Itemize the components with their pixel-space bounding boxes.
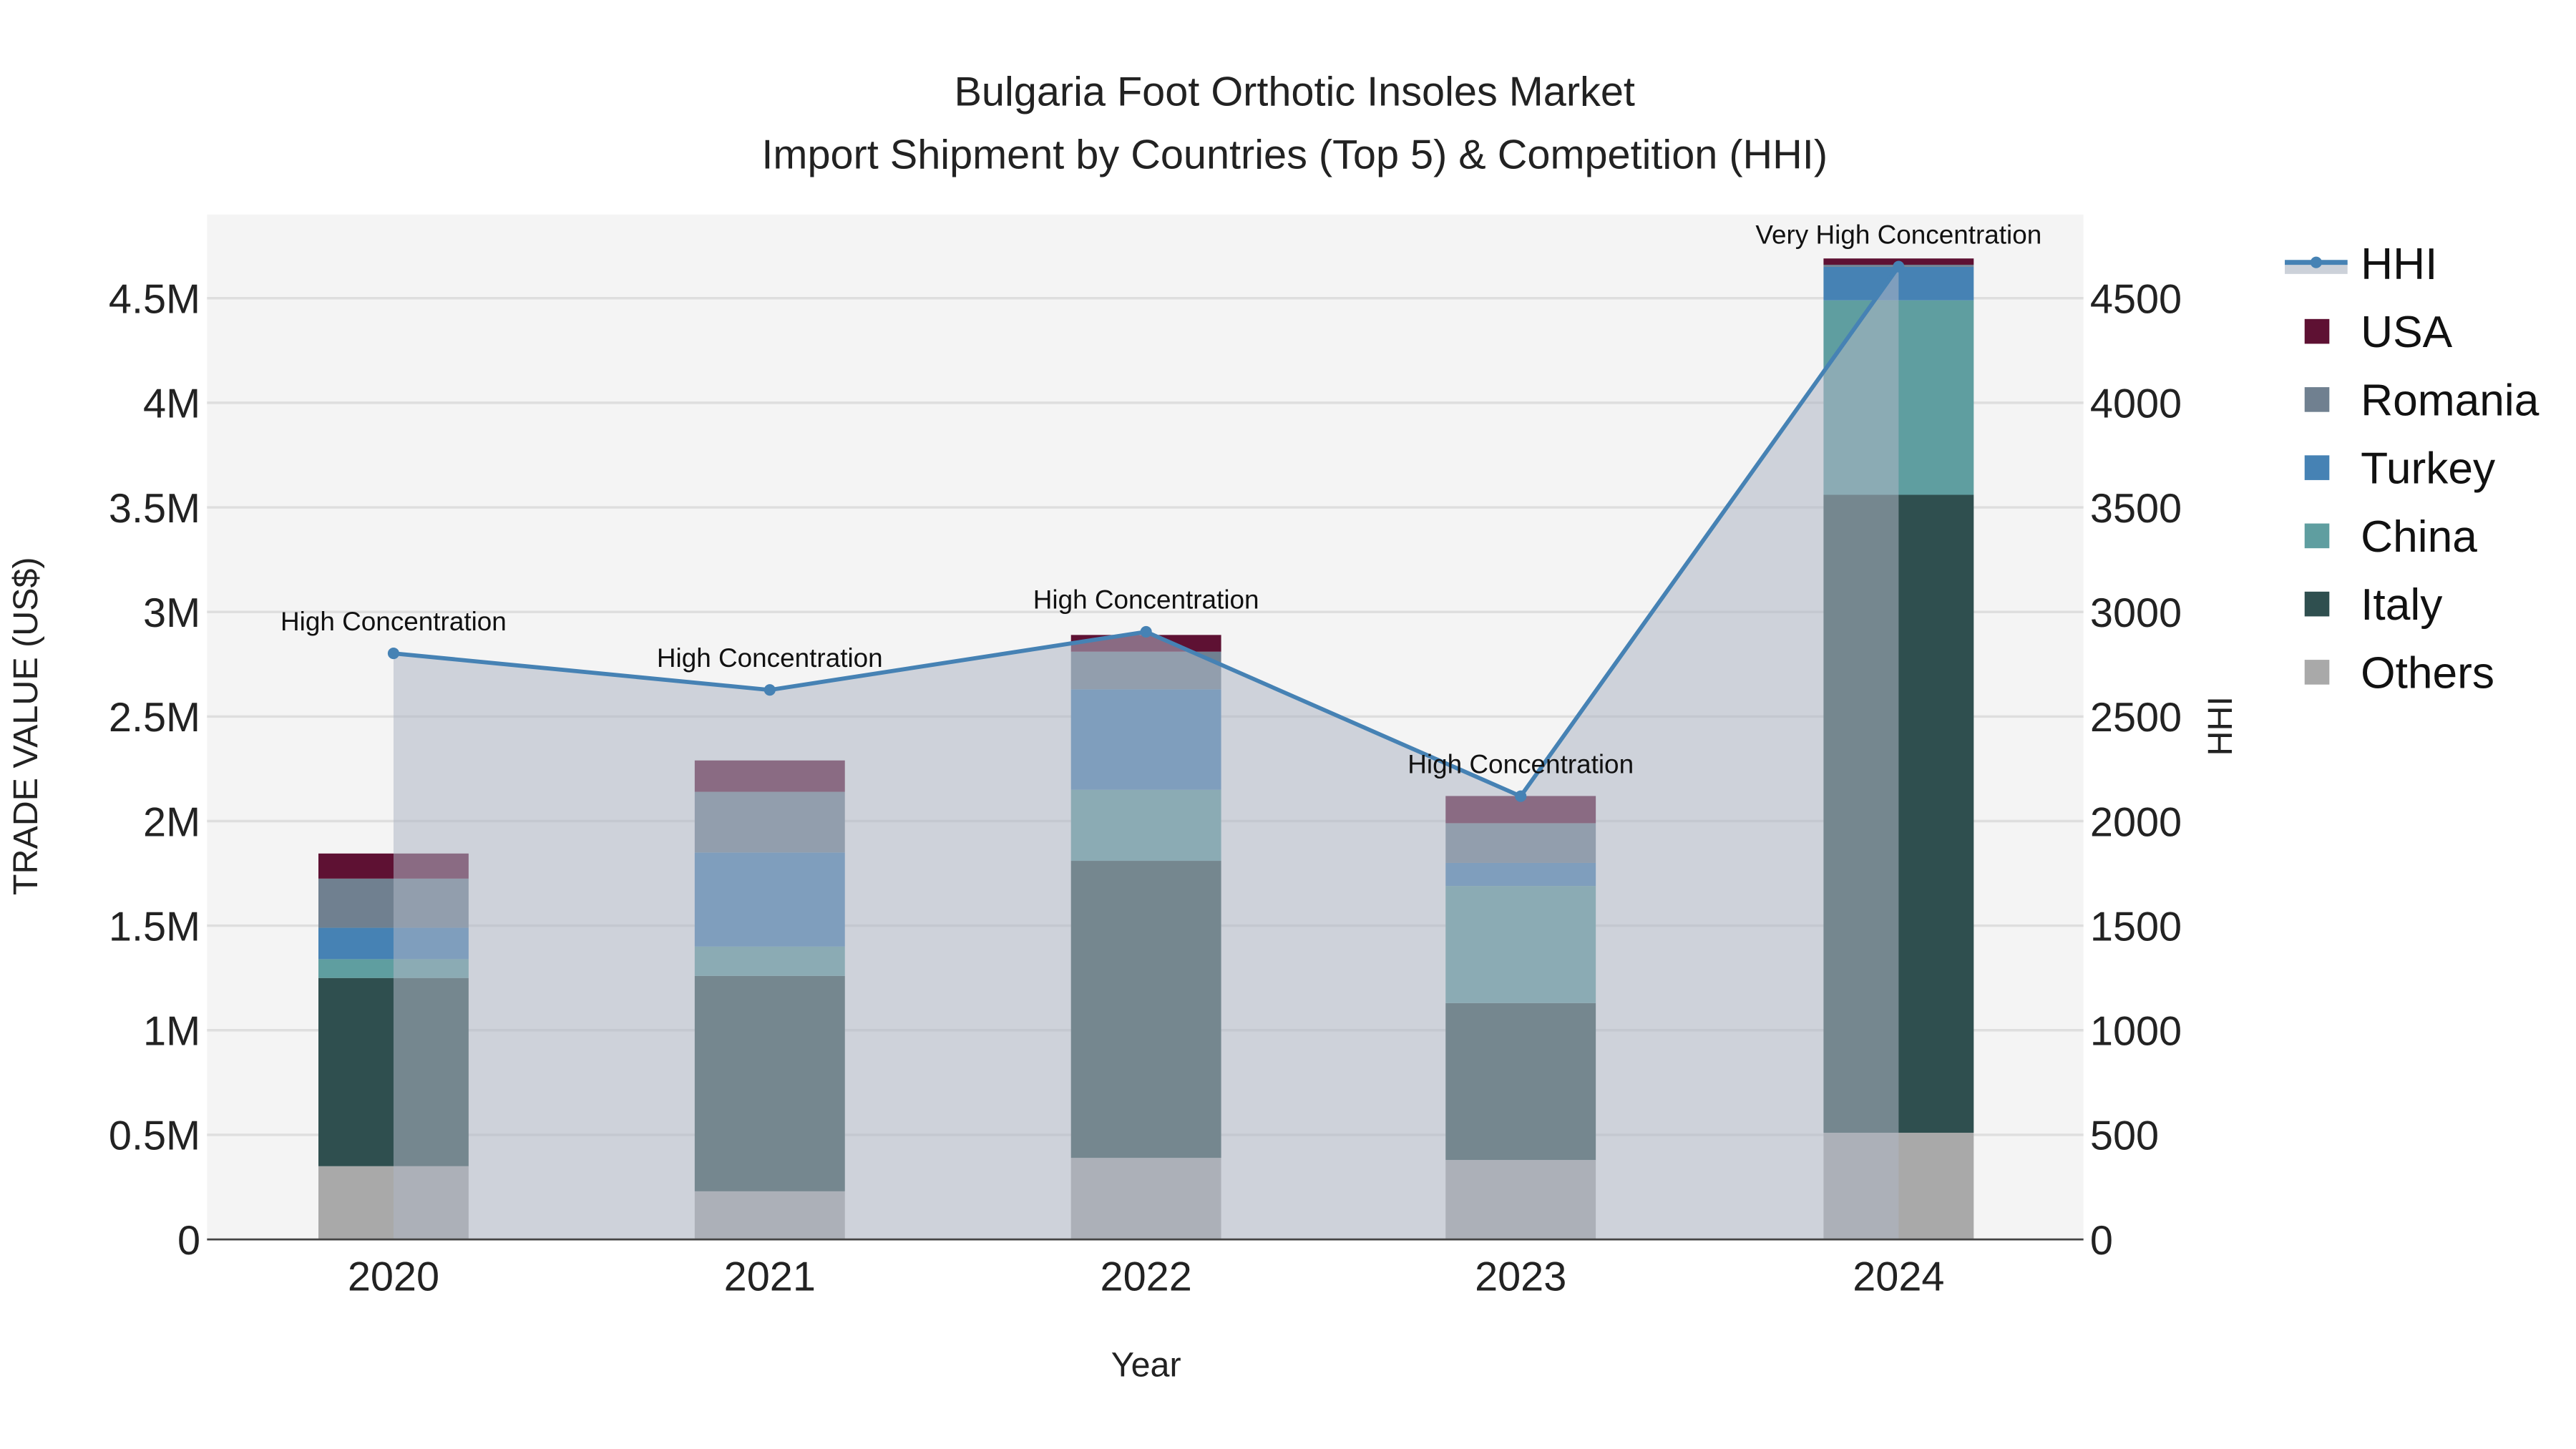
legend-swatch-italy	[2304, 591, 2330, 617]
x-tick-label: 2020	[348, 1254, 439, 1300]
legend-label-china: China	[2361, 512, 2477, 562]
y2-tick-label: 2000	[2090, 799, 2182, 845]
hhi-point	[387, 647, 400, 660]
legend-label-usa: USA	[2361, 308, 2452, 357]
hhi-point	[1140, 625, 1152, 638]
legend-label-romania: Romania	[2361, 376, 2540, 425]
y2-tick-label: 1000	[2090, 1009, 2182, 1055]
hhi-annotation: High Concentration	[657, 643, 883, 673]
y2-tick-label: 0	[2090, 1218, 2113, 1264]
x-axis-label: Year	[1111, 1346, 1181, 1385]
hhi-annotation: Very High Concentration	[1755, 220, 2041, 249]
hhi-annotation: High Concentration	[1407, 749, 1634, 779]
x-tick-label: 2022	[1101, 1254, 1192, 1300]
chart-subtitle: Import Shipment by Countries (Top 5) & C…	[761, 132, 1828, 177]
legend-swatch-china	[2304, 523, 2330, 549]
legend-label-hhi: HHI	[2361, 240, 2437, 289]
y2-axis-label: HHI	[2201, 696, 2240, 756]
y-tick-label: 1.5M	[109, 904, 200, 950]
legend-label-italy: Italy	[2361, 580, 2443, 630]
y2-tick-label: 2500	[2090, 695, 2182, 741]
hhi-point	[763, 684, 776, 696]
y-tick-label: 4M	[143, 381, 200, 427]
y-tick-label: 2M	[143, 799, 200, 845]
legend-swatch-usa	[2304, 318, 2330, 344]
y-tick-label: 3M	[143, 590, 200, 636]
legend-hhi-marker	[2310, 256, 2322, 268]
legend-swatch-others	[2304, 660, 2330, 685]
x-tick-label: 2024	[1853, 1254, 1944, 1300]
y-tick-label: 4.5M	[109, 277, 200, 323]
hhi-point	[1515, 790, 1527, 802]
chart: High Concentration High Concentration High…	[6, 69, 2540, 1385]
x-tick-label: 2023	[1475, 1254, 1566, 1300]
chart-title: Bulgaria Foot Orthotic Insoles Market	[954, 69, 1634, 115]
legend-label-turkey: Turkey	[2361, 444, 2496, 494]
legend: HHI USA Romania Turkey China Italy Others	[2285, 240, 2540, 698]
y2-tick-label: 3000	[2090, 590, 2182, 636]
x-tick-label: 2021	[724, 1254, 816, 1300]
hhi-annotation: High Concentration	[1033, 585, 1259, 615]
y-tick-label: 3.5M	[109, 486, 200, 532]
y2-tick-label: 4500	[2090, 277, 2182, 323]
y-tick-label: 1M	[143, 1009, 200, 1055]
y2-tick-label: 500	[2090, 1113, 2159, 1159]
legend-swatch-romania	[2304, 387, 2330, 412]
legend-swatch-turkey	[2304, 455, 2330, 480]
y-tick-label: 0.5M	[109, 1113, 200, 1159]
legend-label-others: Others	[2361, 648, 2494, 698]
hhi-point	[1893, 260, 1905, 273]
y2-tick-label: 1500	[2090, 904, 2182, 950]
y-tick-label: 0	[177, 1218, 200, 1264]
y-tick-label: 2.5M	[109, 695, 200, 741]
hhi-annotation: High Concentration	[280, 607, 507, 636]
y2-tick-label: 4000	[2090, 381, 2182, 427]
y-axis-label: TRADE VALUE (US$)	[6, 557, 45, 895]
y2-tick-label: 3500	[2090, 486, 2182, 532]
